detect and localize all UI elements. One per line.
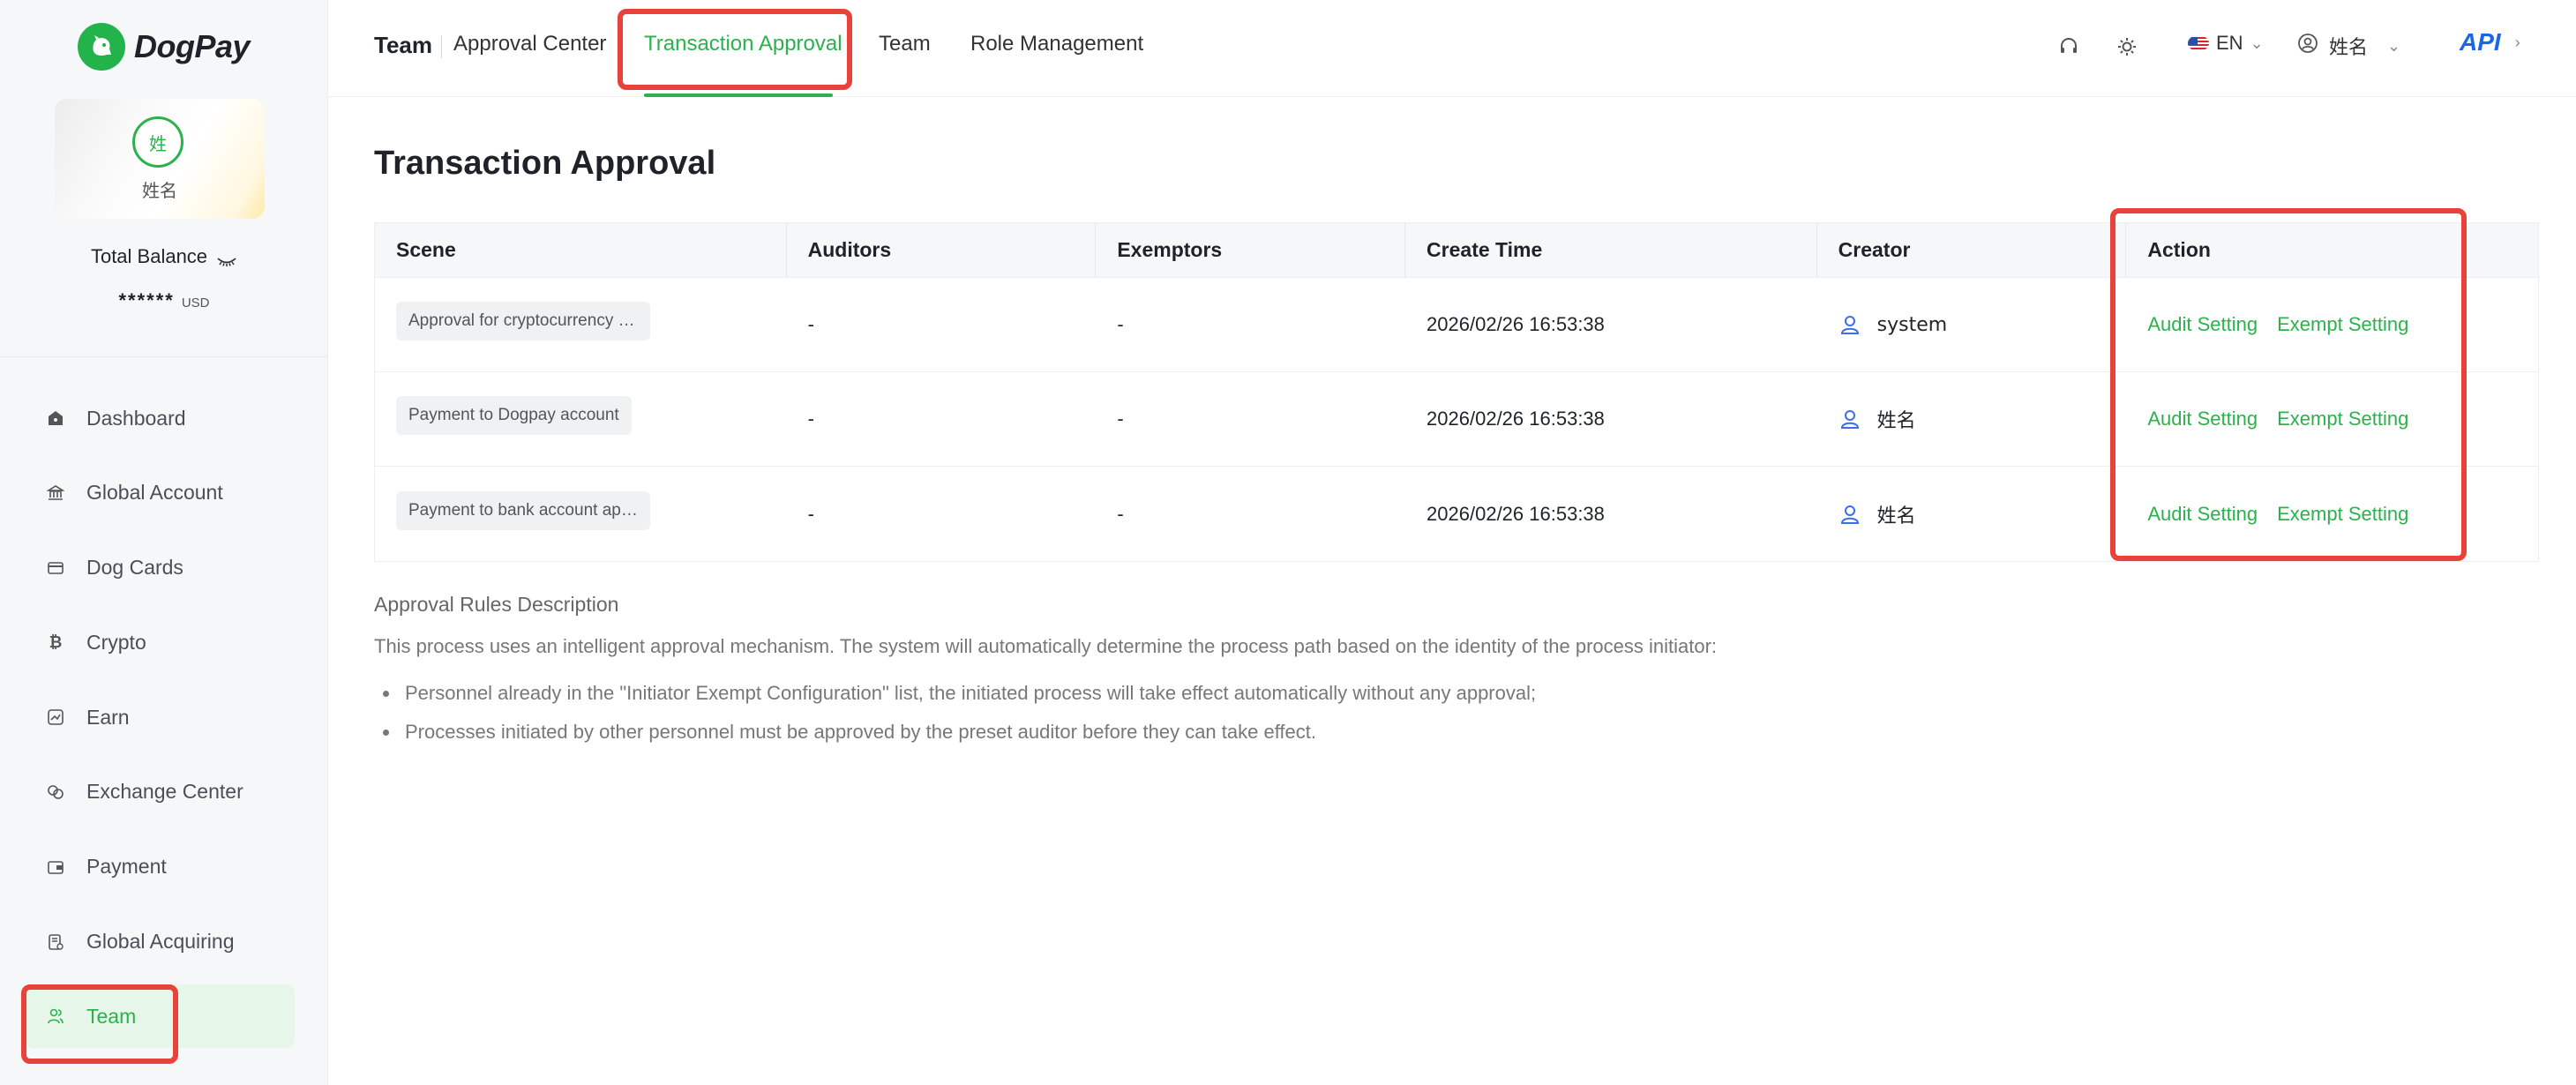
profile-name: 姓名 — [142, 180, 177, 201]
bullet — [383, 690, 389, 697]
sidebar-item-crypto[interactable]: ₿ Crypto — [25, 610, 295, 674]
user-name: 姓名 — [2329, 37, 2369, 59]
user-menu[interactable]: 姓名 ⌄ — [2297, 32, 2400, 60]
us-flag-icon — [2188, 35, 2209, 51]
page-title: Transaction Approval — [374, 145, 716, 182]
table-row: Payment to bank account approval - - 202… — [375, 467, 2538, 561]
scene-tag: Payment to Dogpay account — [396, 396, 632, 435]
table-header: Scene Auditors Exemptors Create Time Cre… — [375, 223, 2538, 278]
list-item: Processes initiated by other personnel m… — [374, 713, 1536, 752]
sidebar-item-payment[interactable]: Payment — [25, 835, 295, 899]
language-label: EN — [2216, 32, 2243, 54]
sidebar-item-dog-cards[interactable]: Dog Cards — [25, 536, 295, 600]
auditors-cell: - — [807, 408, 814, 430]
exchange-icon — [46, 782, 65, 802]
user-circle-icon — [2297, 33, 2318, 59]
dog-logo-icon — [78, 23, 125, 71]
brand-logo[interactable]: DogPay — [78, 23, 251, 71]
brand-name: DogPay — [134, 28, 251, 64]
exempt-setting-button[interactable]: Exempt Setting — [2277, 503, 2408, 526]
rules-intro: This process uses an intelligent approva… — [374, 635, 1718, 657]
headset-support-icon[interactable] — [2057, 35, 2080, 58]
total-balance-label: Total Balance — [0, 245, 328, 268]
sidebar-item-exchange-center[interactable]: Exchange Center — [25, 760, 295, 824]
sidebar-divider — [0, 356, 328, 357]
create-time-cell: 2026/02/26 16:53:38 — [1427, 502, 1605, 525]
tab-role-management[interactable]: Role Management — [970, 32, 1143, 56]
table-row: Payment to Dogpay account - - 2026/02/26… — [375, 372, 2538, 467]
top-header: Team Approval Center Transaction Approva… — [328, 0, 2576, 97]
profile-card[interactable]: 姓 姓名 — [55, 99, 265, 219]
avatar: 姓 — [132, 116, 183, 168]
audit-setting-button[interactable]: Audit Setting — [2147, 313, 2258, 336]
tab-transaction-approval[interactable]: Transaction Approval — [644, 32, 842, 56]
person-icon — [1838, 503, 1861, 526]
total-balance-value: ****** USD — [118, 289, 210, 311]
sidebar-item-global-account[interactable]: Global Account — [25, 461, 295, 525]
earn-icon — [46, 707, 65, 727]
chevron-right-icon: › — [2514, 33, 2520, 51]
approval-table: Scene Auditors Exemptors Create Time Cre… — [374, 222, 2539, 562]
auditors-cell: - — [807, 313, 814, 335]
column-header-creator: Creator — [1817, 223, 2127, 277]
column-header-create-time: Create Time — [1405, 223, 1817, 277]
creator-cell: system — [1838, 313, 1947, 336]
api-link[interactable]: API › — [2460, 28, 2520, 56]
table-row: Approval for cryptocurrency withdrawal -… — [375, 278, 2538, 372]
card-icon — [46, 558, 65, 578]
audit-setting-button[interactable]: Audit Setting — [2147, 503, 2258, 526]
sidebar-item-earn[interactable]: Earn — [25, 685, 295, 749]
sun-theme-icon[interactable] — [2115, 35, 2138, 58]
creator-cell: 姓名 — [1838, 500, 1916, 528]
exemptors-cell: - — [1117, 408, 1124, 430]
dashboard-icon — [46, 408, 65, 428]
sidebar: DogPay 姓 姓名 Total Balance ****** USD Das… — [0, 0, 328, 1085]
bank-icon — [46, 483, 65, 503]
column-header-action: Action — [2147, 238, 2211, 261]
bitcoin-icon: ₿ — [49, 632, 63, 651]
scene-tag: Payment to bank account approval — [396, 490, 650, 530]
eye-closed-icon[interactable] — [216, 251, 237, 266]
exempt-setting-button[interactable]: Exempt Setting — [2277, 313, 2408, 336]
section-title: Team — [374, 32, 432, 58]
scene-tag: Approval for cryptocurrency withdrawal — [396, 302, 650, 340]
create-time-cell: 2026/02/26 16:53:38 — [1427, 408, 1605, 430]
sidebar-item-team[interactable]: Team — [25, 984, 295, 1049]
exemptors-cell: - — [1117, 502, 1124, 525]
section-separator — [441, 35, 442, 58]
api-label: API — [2460, 28, 2501, 56]
person-icon — [1838, 313, 1861, 336]
wallet-icon — [46, 857, 65, 877]
acquiring-icon — [46, 932, 65, 952]
bullet — [383, 729, 389, 736]
creator-cell: 姓名 — [1838, 405, 1916, 433]
audit-setting-button[interactable]: Audit Setting — [2147, 408, 2258, 430]
tab-approval-center[interactable]: Approval Center — [453, 32, 606, 56]
team-icon — [46, 1006, 65, 1026]
chevron-down-icon: ⌄ — [2250, 34, 2264, 52]
create-time-cell: 2026/02/26 16:53:38 — [1427, 313, 1605, 335]
rules-list: Personnel already in the "Initiator Exem… — [374, 674, 1536, 752]
chevron-down-icon: ⌄ — [2387, 36, 2401, 56]
sidebar-item-global-acquiring[interactable]: Global Acquiring — [25, 910, 295, 974]
active-tab-indicator — [644, 94, 833, 97]
sidebar-nav: Dashboard Global Account Dog Cards ₿ Cry… — [25, 386, 295, 1059]
sidebar-item-dashboard[interactable]: Dashboard — [25, 386, 295, 450]
auditors-cell: - — [807, 502, 814, 525]
column-header-exemptors: Exemptors — [1096, 223, 1406, 277]
column-header-scene: Scene — [375, 223, 787, 277]
language-selector[interactable]: EN ⌄ — [2188, 32, 2264, 55]
rules-title: Approval Rules Description — [374, 593, 619, 616]
tab-team[interactable]: Team — [879, 32, 931, 56]
column-header-auditors: Auditors — [787, 223, 1097, 277]
exemptors-cell: - — [1117, 313, 1124, 335]
exempt-setting-button[interactable]: Exempt Setting — [2277, 408, 2408, 430]
list-item: Personnel already in the "Initiator Exem… — [374, 674, 1536, 713]
person-icon — [1838, 408, 1861, 430]
